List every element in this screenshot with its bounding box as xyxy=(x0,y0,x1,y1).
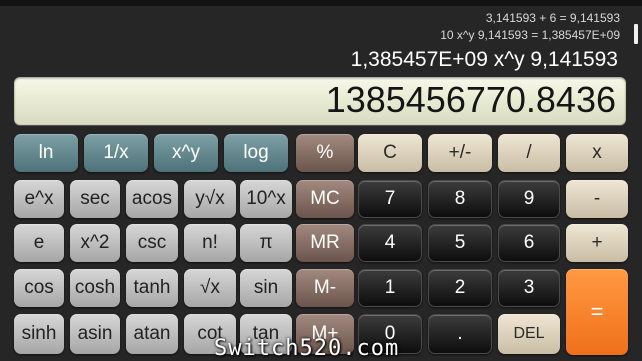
reciprocal-button[interactable]: 1/x xyxy=(84,134,148,172)
plus-button[interactable]: + xyxy=(566,224,628,262)
exp-button[interactable]: e^x xyxy=(14,180,64,218)
memory-subtract-button[interactable]: M- xyxy=(296,269,354,307)
decimal-point-button[interactable]: . xyxy=(428,314,492,354)
digit-8-button[interactable]: 8 xyxy=(428,180,492,218)
pow10-button[interactable]: 10^x xyxy=(240,180,292,218)
factorial-button[interactable]: n! xyxy=(184,224,236,262)
minus-button[interactable]: - xyxy=(566,180,628,218)
sqrt-button[interactable]: √x xyxy=(184,269,236,307)
digit-9-button[interactable]: 9 xyxy=(498,180,560,218)
history-scrollbar[interactable] xyxy=(634,24,638,44)
result-value: 1385456770.8436 xyxy=(325,79,616,120)
ln-button[interactable]: ln xyxy=(14,134,78,172)
pi-button[interactable]: π xyxy=(240,224,292,262)
digit-7-button[interactable]: 7 xyxy=(358,180,422,218)
sin-button[interactable]: sin xyxy=(240,269,292,307)
y-root-button[interactable]: y√x xyxy=(184,180,236,218)
history-line: 10 x^y 9,141593 = 1,385457E+09 xyxy=(440,28,620,42)
sec-button[interactable]: sec xyxy=(70,180,120,218)
sign-toggle-button[interactable]: +/- xyxy=(428,134,492,172)
watermark-text: Switch520.com xyxy=(214,336,400,361)
multiply-button[interactable]: x xyxy=(566,134,628,172)
cos-button[interactable]: cos xyxy=(14,269,64,307)
digit-4-button[interactable]: 4 xyxy=(358,224,422,262)
clear-button[interactable]: C xyxy=(358,134,422,172)
digit-1-button[interactable]: 1 xyxy=(358,269,422,307)
digit-3-button[interactable]: 3 xyxy=(498,269,560,307)
divide-button[interactable]: / xyxy=(498,134,560,172)
expression-line: 1,385457E+09 x^y 9,141593 xyxy=(350,48,618,71)
sinh-button[interactable]: sinh xyxy=(14,314,64,354)
csc-button[interactable]: csc xyxy=(126,224,178,262)
tanh-button[interactable]: tanh xyxy=(126,269,178,307)
acos-button[interactable]: acos xyxy=(126,180,178,218)
memory-clear-button[interactable]: MC xyxy=(296,180,354,218)
digit-2-button[interactable]: 2 xyxy=(428,269,492,307)
cosh-button[interactable]: cosh xyxy=(70,269,120,307)
asin-button[interactable]: asin xyxy=(70,314,120,354)
e-constant-button[interactable]: e xyxy=(14,224,64,262)
history-line: 3,141593 + 6 = 9,141593 xyxy=(485,11,620,25)
log-button[interactable]: log xyxy=(224,134,288,172)
atan-button[interactable]: atan xyxy=(126,314,178,354)
equals-button[interactable]: = xyxy=(566,269,628,355)
status-bar xyxy=(0,0,642,6)
memory-recall-button[interactable]: MR xyxy=(296,224,354,262)
square-button[interactable]: x^2 xyxy=(70,224,120,262)
digit-6-button[interactable]: 6 xyxy=(498,224,560,262)
delete-button[interactable]: DEL xyxy=(498,314,560,354)
power-button[interactable]: x^y xyxy=(154,134,218,172)
digit-5-button[interactable]: 5 xyxy=(428,224,492,262)
result-display: 1385456770.8436 xyxy=(14,77,626,125)
percent-button[interactable]: % xyxy=(296,134,354,172)
